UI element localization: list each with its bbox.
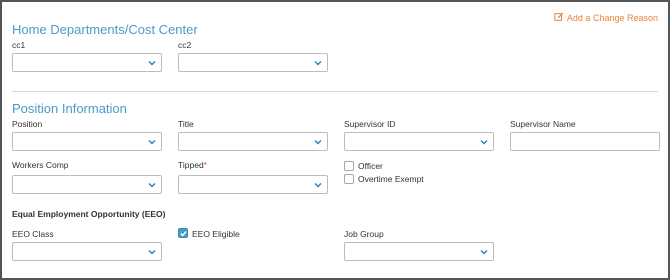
workers-comp-select[interactable] [12, 175, 162, 194]
workers-comp-label: Workers Comp [12, 160, 69, 170]
overtime-exempt-label: Overtime Exempt [358, 174, 424, 184]
edit-icon [554, 12, 564, 24]
home-departments-title: Home Departments/Cost Center [12, 22, 198, 37]
chevron-down-icon [148, 183, 156, 188]
checkmark-icon [180, 231, 187, 237]
eeo-eligible-checkbox[interactable] [178, 228, 188, 238]
supervisor-name-input[interactable] [510, 132, 660, 151]
overtime-exempt-checkbox[interactable] [344, 174, 354, 184]
officer-label: Officer [358, 161, 383, 171]
chevron-down-icon [314, 140, 322, 145]
title-label: Title [178, 119, 194, 129]
add-change-reason-label: Add a Change Reason [566, 13, 658, 23]
eeo-class-label: EEO Class [12, 229, 54, 239]
chevron-down-icon [148, 250, 156, 255]
chevron-down-icon [314, 61, 322, 66]
supervisor-id-select[interactable] [344, 132, 494, 151]
officer-checkbox[interactable] [344, 161, 354, 171]
cc2-label: cc2 [178, 40, 192, 50]
title-select[interactable] [178, 132, 328, 151]
chevron-down-icon [480, 250, 488, 255]
position-label: Position [12, 119, 43, 129]
add-change-reason-link[interactable]: Add a Change Reason [554, 12, 658, 24]
eeo-heading: Equal Employment Opportunity (EEO) [12, 209, 166, 219]
chevron-down-icon [314, 183, 322, 188]
required-marker: * [203, 160, 207, 170]
chevron-down-icon [148, 61, 156, 66]
cc1-label: cc1 [12, 40, 26, 50]
cc1-select[interactable] [12, 53, 162, 72]
supervisor-id-label: Supervisor ID [344, 119, 396, 129]
job-group-label: Job Group [344, 229, 384, 239]
tipped-select[interactable] [178, 175, 328, 194]
chevron-down-icon [148, 140, 156, 145]
position-select[interactable] [12, 132, 162, 151]
eeo-class-select[interactable] [12, 242, 162, 261]
cc2-select[interactable] [178, 53, 328, 72]
employee-form: Add a Change Reason Home Departments/Cos… [0, 0, 670, 280]
tipped-label: Tipped* [178, 160, 207, 170]
position-information-title: Position Information [12, 101, 127, 116]
supervisor-name-label: Supervisor Name [510, 119, 576, 129]
section-divider [12, 91, 658, 92]
job-group-select[interactable] [344, 242, 494, 261]
eeo-eligible-label: EEO Eligible [192, 229, 240, 239]
chevron-down-icon [480, 140, 488, 145]
